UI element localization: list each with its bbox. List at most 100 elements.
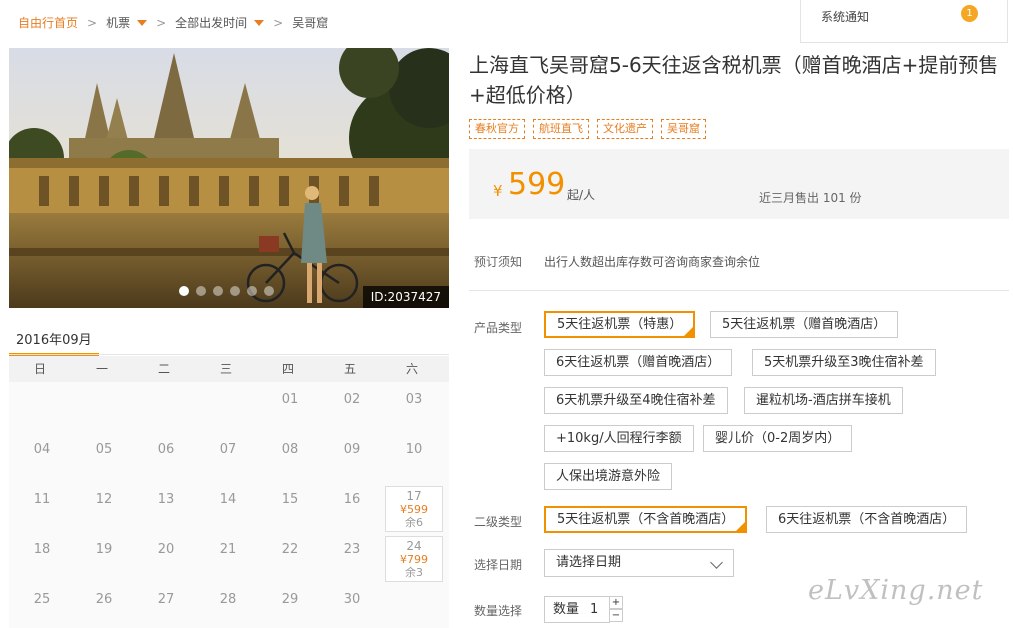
- calendar-day: 18: [33, 542, 51, 557]
- carousel-dot[interactable]: [196, 286, 206, 296]
- weekday-label: 日: [33, 362, 46, 376]
- booking-notice-text: 出行人数超出库存数可咨询商家查询余位: [544, 255, 761, 269]
- weekday-label: 四: [281, 362, 294, 376]
- booking-notice-label: 预订须知: [474, 255, 523, 269]
- carousel-dots: [179, 286, 274, 296]
- weekday-label: 二: [157, 362, 170, 376]
- quantity-stepper[interactable]: 数量 1: [544, 596, 610, 623]
- calendar-day: 23: [343, 542, 361, 557]
- product-type-option[interactable]: 6天往返机票（赠首晚酒店）: [544, 349, 733, 376]
- calendar-day: 26: [95, 592, 113, 607]
- calendar-day: 28: [219, 592, 237, 607]
- calendar-day: 07: [219, 442, 237, 457]
- chevron-right-icon: >: [273, 15, 284, 30]
- price-currency: ¥: [493, 182, 503, 200]
- carousel-dot[interactable]: [213, 286, 223, 296]
- calendar-day: 30: [343, 592, 361, 607]
- product-tag: 航班直飞: [533, 119, 589, 139]
- calendar-day: 01: [281, 392, 299, 407]
- system-notice[interactable]: 系统通知 1: [800, 0, 1008, 43]
- date-select[interactable]: 请选择日期: [544, 549, 734, 577]
- product-type-option[interactable]: 5天往返机票（特惠）: [544, 311, 696, 338]
- calendar-day: 20: [157, 542, 175, 557]
- carousel-dot[interactable]: [179, 286, 189, 296]
- calendar-day: 19: [95, 542, 113, 557]
- system-notice-label: 系统通知: [821, 10, 870, 24]
- product-type-option[interactable]: 暹粒机场-酒店拼车接机: [744, 387, 903, 414]
- quantity-label: 数量选择: [474, 604, 523, 618]
- calendar-day: 11: [33, 492, 51, 507]
- subtype-label: 二级类型: [474, 515, 523, 529]
- calendar-day: 05: [95, 442, 113, 457]
- product-image-carousel[interactable]: ID:2037427: [9, 48, 449, 308]
- subtype-option[interactable]: 5天往返机票（不含首晚酒店）: [544, 506, 748, 533]
- calendar-day: 16: [343, 492, 361, 507]
- watermark: eLvXing.net: [808, 575, 984, 606]
- product-type-option[interactable]: +10kg/人回程行李额: [544, 425, 694, 452]
- calendar-day: 04: [33, 442, 51, 457]
- breadcrumb-flight-label: 机票: [106, 16, 131, 30]
- product-type-option[interactable]: 5天机票升级至3晚住宿补差: [752, 349, 936, 376]
- chevron-down-icon: [710, 556, 723, 569]
- chevron-right-icon: >: [87, 15, 98, 30]
- day-stock: 余3: [405, 566, 423, 579]
- product-tags: 春秋官方 航班直飞 文化遗产 吴哥窟: [469, 119, 706, 139]
- calendar-day: 06: [157, 442, 175, 457]
- weekday-label: 一: [95, 362, 108, 376]
- calendar-day: 08: [281, 442, 299, 457]
- day-price: ¥799: [400, 553, 428, 566]
- price-amount: 599: [508, 167, 566, 202]
- departure-calendar: 日 一 二 三 四 五 六 01 02 03 04 05 06 07 08 09 10 11 12 13 14 15 16…: [9, 356, 449, 628]
- caret-down-icon: [137, 19, 148, 26]
- weekday-label: 三: [219, 362, 232, 376]
- quantity-prefix: 数量: [553, 602, 580, 617]
- chevron-right-icon: >: [156, 15, 167, 30]
- quantity-plus-button[interactable]: +: [609, 596, 623, 609]
- calendar-day: 13: [157, 492, 175, 507]
- calendar-day: 09: [343, 442, 361, 457]
- product-tag: 吴哥窟: [661, 119, 706, 139]
- carousel-dot[interactable]: [264, 286, 274, 296]
- calendar-day: 27: [157, 592, 175, 607]
- day-stock: 余6: [405, 516, 423, 529]
- breadcrumb-departure-label: 全部出发时间: [175, 16, 248, 30]
- day-price: ¥599: [400, 503, 428, 516]
- breadcrumb-current: 吴哥窟: [292, 16, 329, 30]
- breadcrumb-flight-dropdown[interactable]: 机票: [106, 14, 148, 31]
- caret-down-icon: [254, 19, 265, 26]
- calendar-day: 02: [343, 392, 361, 407]
- calendar-day-available[interactable]: 17 ¥599 余6: [385, 486, 443, 532]
- product-title: 上海直飞吴哥窟5-6天往返含税机票（赠首晚酒店+提前预售+超低价格）: [469, 53, 999, 107]
- subtype-option[interactable]: 6天往返机票（不含首晚酒店）: [766, 506, 968, 533]
- calendar-day: 12: [95, 492, 113, 507]
- calendar-day: 03: [405, 392, 423, 407]
- calendar-divider: [9, 354, 449, 355]
- weekday-label: 五: [343, 362, 356, 376]
- carousel-dot[interactable]: [247, 286, 257, 296]
- product-type-option[interactable]: 婴儿价（0-2周岁内）: [703, 425, 853, 452]
- breadcrumb-home-link[interactable]: 自由行首页: [18, 14, 78, 31]
- product-type-option[interactable]: 5天往返机票（赠首晚酒店）: [710, 311, 899, 338]
- calendar-day: 29: [281, 592, 299, 607]
- calendar-day: 21: [219, 542, 237, 557]
- product-tag: 文化遗产: [597, 119, 653, 139]
- date-select-value: 请选择日期: [556, 555, 622, 570]
- price-unit: 起/人: [567, 188, 596, 202]
- calendar-grid: 01 02 03 04 05 06 07 08 09 10 11 12 13 14 15 16 17 ¥599 余6…: [9, 382, 449, 628]
- carousel-dot[interactable]: [230, 286, 240, 296]
- breadcrumb: 自由行首页 > 机票 > 全部出发时间 > 吴哥窟: [18, 14, 328, 31]
- quantity-minus-button[interactable]: −: [609, 609, 623, 622]
- product-type-option[interactable]: 6天机票升级至4晚住宿补差: [544, 387, 728, 414]
- calendar-day-available[interactable]: 24 ¥799 余3: [385, 536, 443, 582]
- divider: [469, 290, 1009, 291]
- quantity-value[interactable]: 1: [590, 597, 598, 622]
- sales-count: 近三月售出 101 份: [759, 191, 862, 205]
- calendar-day: 10: [405, 442, 423, 457]
- price-box: ¥ 599 起/人 近三月售出 101 份: [469, 149, 1009, 219]
- day-number: 24: [406, 539, 422, 553]
- product-type-option[interactable]: 人保出境游意外险: [544, 463, 673, 490]
- calendar-weekday-header: 日一二三四五六: [9, 356, 449, 382]
- breadcrumb-departure-dropdown[interactable]: 全部出发时间: [175, 14, 265, 31]
- notice-count-badge: 1: [961, 5, 978, 22]
- calendar-month-tab[interactable]: 2016年09月: [9, 320, 99, 356]
